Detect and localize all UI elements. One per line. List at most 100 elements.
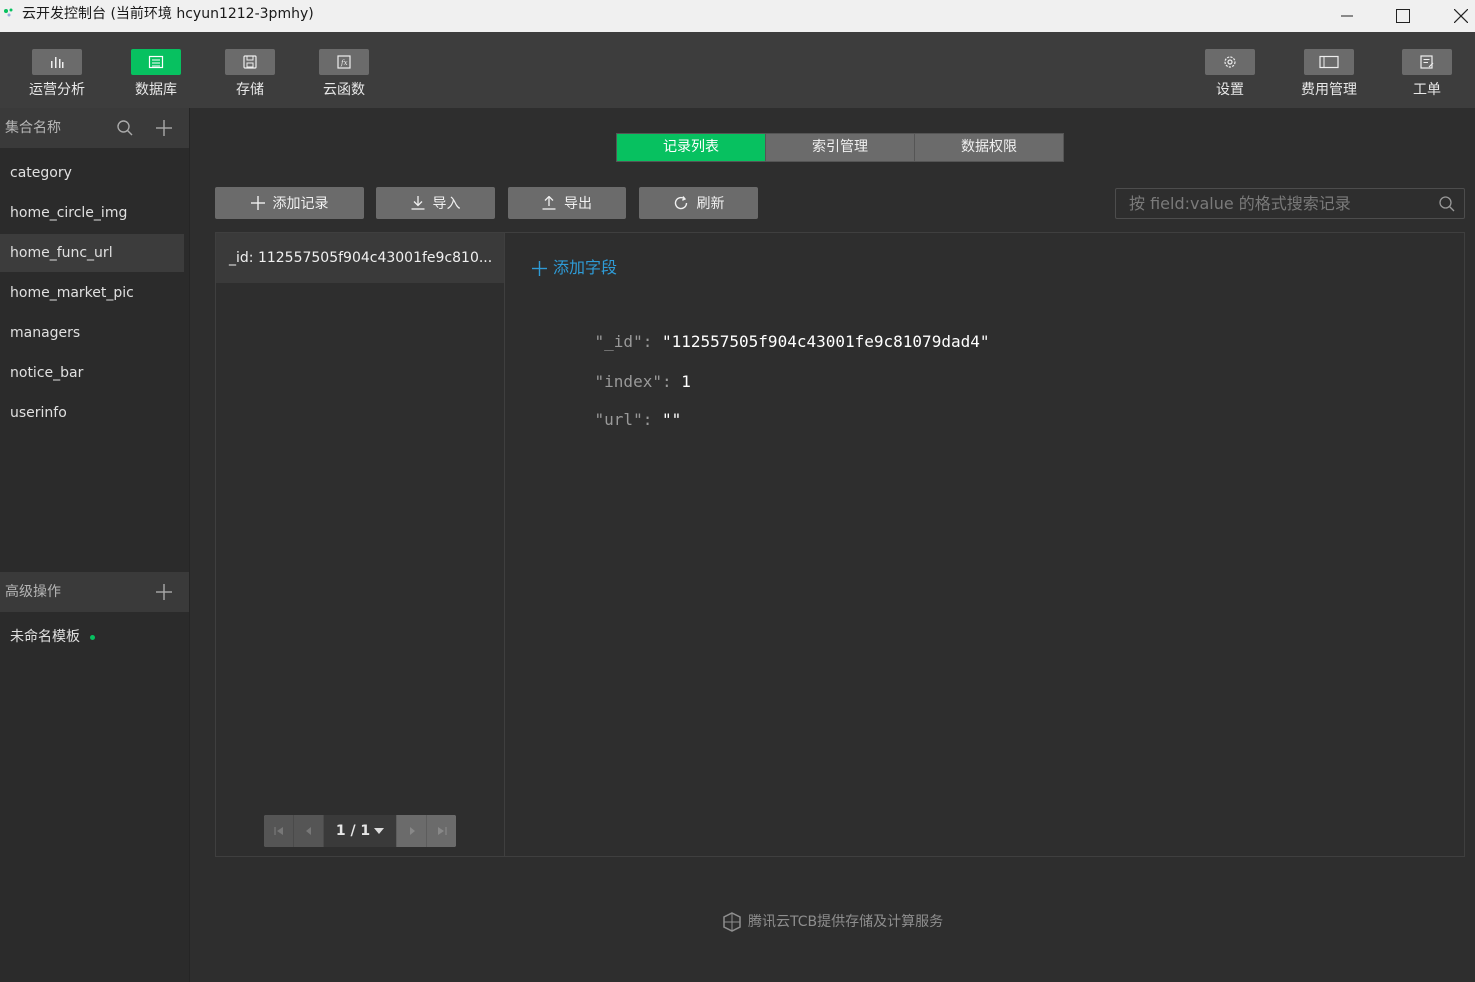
collection-item-selected[interactable]: home_func_url <box>0 234 184 272</box>
toolbar-storage-label: 存储 <box>236 82 264 98</box>
toolbar-database-label: 数据库 <box>135 82 177 98</box>
add-collection-button[interactable] <box>154 118 174 138</box>
page-indicator: 1 / 1 <box>335 823 371 839</box>
export-label: 导出 <box>564 196 592 212</box>
ticket-icon <box>1420 55 1434 69</box>
tencent-cloud-logo-icon <box>723 912 741 932</box>
field-key: "url" <box>594 410 643 429</box>
window-title: 云开发控制台 (当前环境 hcyun1212-3pmhy) <box>22 6 314 22</box>
prev-page-icon <box>305 827 311 835</box>
bar-chart-icon <box>51 57 64 68</box>
toolbar-functions-label: 云函数 <box>323 82 365 98</box>
last-page-icon <box>437 827 447 835</box>
advanced-header-label: 高级操作 <box>5 584 61 600</box>
footer-text: 腾讯云TCB提供存储及计算服务 <box>748 914 944 930</box>
search-icon <box>117 120 133 136</box>
minimize-button[interactable] <box>1324 0 1370 32</box>
tab-data-permissions[interactable]: 数据权限 <box>914 134 1063 161</box>
chevron-down-icon <box>374 828 385 834</box>
field-key: "index" <box>594 372 662 391</box>
footer: 腾讯云TCB提供存储及计算服务 <box>722 912 943 932</box>
svg-text:fx: fx <box>340 59 348 67</box>
collections-header: 集合名称 <box>0 108 189 148</box>
close-icon <box>1454 9 1468 23</box>
close-button[interactable] <box>1438 0 1475 32</box>
first-page-button[interactable] <box>264 815 294 847</box>
gear-icon <box>1224 56 1236 68</box>
field-value: "" <box>661 410 682 429</box>
first-page-icon <box>273 827 283 835</box>
field-row-url[interactable]: "url": "" <box>556 390 682 450</box>
window-titlebar: 云开发控制台 (当前环境 hcyun1212-3pmhy) <box>0 0 1475 32</box>
billing-icon <box>1319 55 1339 69</box>
toolbar-database[interactable]: 数据库 <box>116 49 196 99</box>
maximize-icon <box>1396 9 1410 23</box>
refresh-label: 刷新 <box>696 196 725 212</box>
plus-icon <box>156 584 172 600</box>
toolbar-functions[interactable]: fx 云函数 <box>304 49 384 99</box>
import-label: 导入 <box>432 196 461 212</box>
field-value: "112557505f904c43001fe9c81079dad4" <box>661 332 990 351</box>
collections-sidebar: 集合名称 category home_circle_img home_func_… <box>0 108 190 982</box>
search-collection-button[interactable] <box>115 118 135 138</box>
tab-record-list[interactable]: 记录列表 <box>617 134 765 161</box>
status-dot-icon <box>90 634 95 640</box>
collection-item[interactable]: notice_bar <box>0 354 184 392</box>
upload-icon <box>542 196 556 210</box>
advanced-header: 高级操作 <box>0 572 189 612</box>
database-icon <box>148 55 164 69</box>
field-key: "_id" <box>594 332 643 351</box>
add-template-button[interactable] <box>154 582 174 602</box>
field-value: 1 <box>681 372 691 391</box>
record-list: _id: 112557505f904c43001fe9c810... 1 / 1 <box>216 233 505 856</box>
download-icon <box>411 196 424 210</box>
toolbar-storage[interactable]: 存储 <box>210 49 290 99</box>
page-selector[interactable]: 1 / 1 <box>324 815 396 847</box>
refresh-button[interactable]: 刷新 <box>639 187 758 219</box>
import-button[interactable]: 导入 <box>376 187 495 219</box>
last-page-button[interactable] <box>426 815 456 847</box>
search-icon[interactable] <box>1438 195 1456 213</box>
prev-page-button[interactable] <box>294 815 324 847</box>
collection-item[interactable]: home_circle_img <box>0 194 184 232</box>
main-toolbar: 运营分析 数据库 存储 fx 云函数 设置 费用管理 工单 <box>0 32 1475 108</box>
add-record-label: 添加记录 <box>272 196 329 212</box>
toolbar-billing-label: 费用管理 <box>1301 82 1357 98</box>
collection-item[interactable]: managers <box>0 314 184 352</box>
app-logo-icon <box>4 8 13 17</box>
toolbar-analytics-label: 运营分析 <box>29 82 85 98</box>
plus-icon <box>156 120 172 136</box>
view-tabs: 记录列表 索引管理 数据权限 <box>616 133 1064 162</box>
collection-item[interactable]: home_market_pic <box>0 274 184 312</box>
record-list-item[interactable]: _id: 112557505f904c43001fe9c810... <box>216 233 504 283</box>
export-button[interactable]: 导出 <box>508 187 626 219</box>
maximize-button[interactable] <box>1380 0 1426 32</box>
toolbar-billing[interactable]: 费用管理 <box>1289 49 1369 99</box>
tab-index-management[interactable]: 索引管理 <box>765 134 914 161</box>
template-name: 未命名模板 <box>10 629 80 645</box>
next-page-button[interactable] <box>396 815 426 847</box>
collection-item[interactable]: userinfo <box>0 394 184 432</box>
add-record-button[interactable]: 添加记录 <box>215 187 364 219</box>
toolbar-ticket-label: 工单 <box>1413 82 1441 98</box>
collections-header-label: 集合名称 <box>5 120 61 136</box>
plus-icon <box>250 196 265 210</box>
plus-icon <box>532 260 547 276</box>
function-icon: fx <box>337 55 351 69</box>
add-field-label: 添加字段 <box>553 258 618 277</box>
record-search <box>1115 188 1465 219</box>
toolbar-settings-label: 设置 <box>1216 82 1244 98</box>
toolbar-analytics[interactable]: 运营分析 <box>17 49 97 99</box>
toolbar-ticket[interactable]: 工单 <box>1387 49 1467 99</box>
records-panel: _id: 112557505f904c43001fe9c810... 1 / 1… <box>215 232 1465 857</box>
refresh-icon <box>674 196 687 210</box>
toolbar-settings[interactable]: 设置 <box>1190 49 1270 99</box>
next-page-icon <box>409 827 415 835</box>
search-input[interactable] <box>1116 189 1434 218</box>
add-field-button[interactable]: 添加字段 <box>532 258 617 278</box>
template-item[interactable]: 未命名模板 <box>10 627 95 647</box>
minimize-icon <box>1341 15 1353 17</box>
pagination: 1 / 1 <box>264 815 456 847</box>
storage-icon <box>243 55 257 69</box>
collection-item[interactable]: category <box>0 154 184 192</box>
